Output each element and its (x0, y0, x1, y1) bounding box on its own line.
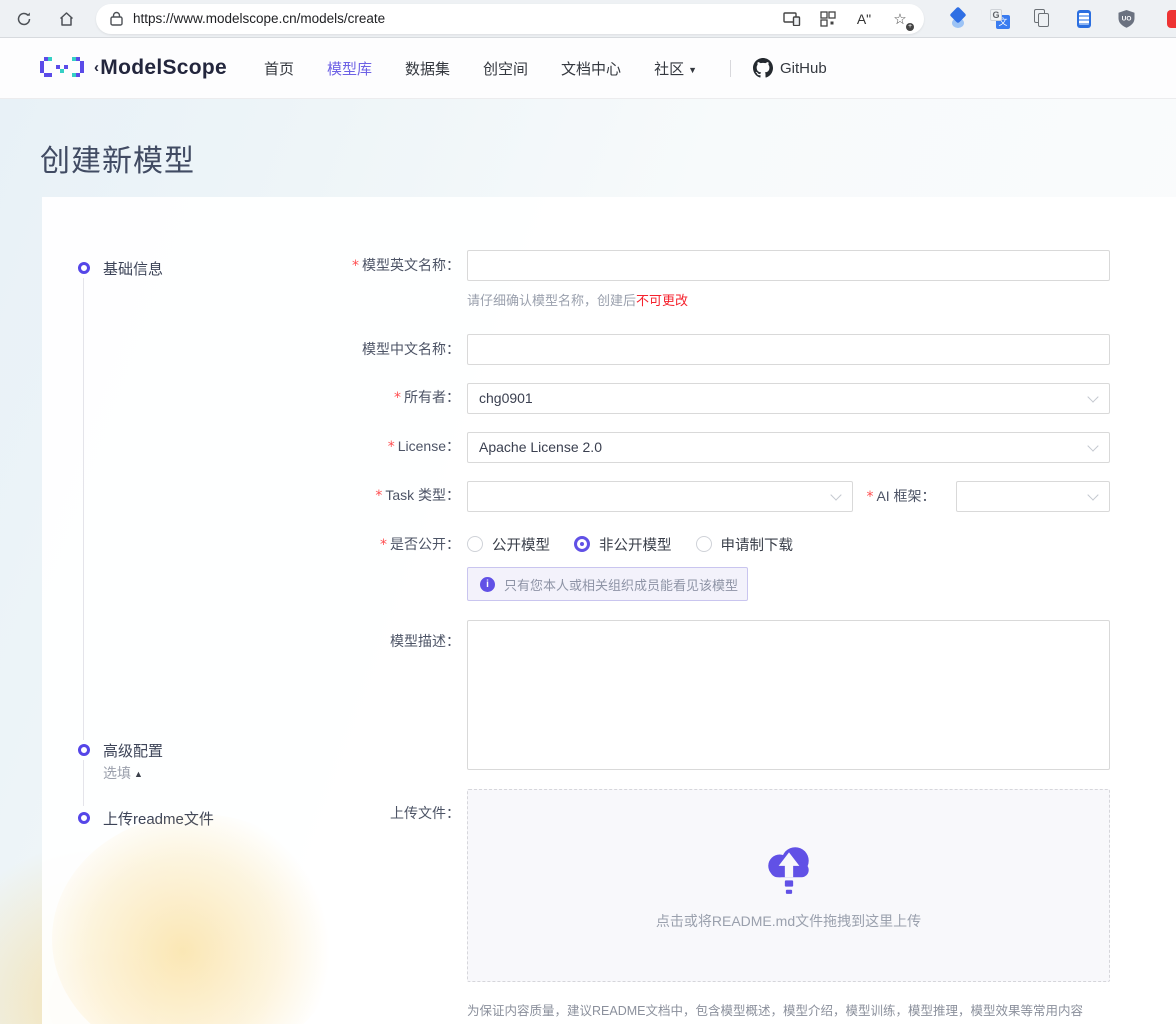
row-license: *License： Apache License 2.0 (42, 431, 1176, 463)
modelscope-logo-mark (40, 57, 84, 79)
nav-models[interactable]: 模型库 (327, 58, 372, 79)
copy-pages-icon[interactable] (1032, 9, 1052, 29)
cloud-upload-icon (763, 841, 815, 897)
license-label: *License： (42, 431, 467, 463)
task-type-label: *Task 类型： (42, 480, 467, 512)
chevron-down-icon: ▼ (688, 65, 697, 75)
row-visibility: *是否公开： 公开模型 非公开模型 申请制下载 i 只有您本人或相关组织成员能看… (42, 535, 1176, 601)
extensions-row: 文G UO (948, 9, 1136, 29)
row-description: 模型描述： (42, 620, 1176, 775)
reader-extension-icon[interactable] (1074, 9, 1094, 29)
translate-extension-icon[interactable]: 文G (990, 9, 1010, 29)
upload-label: 上传文件： (42, 789, 467, 1019)
apps-grid-icon[interactable] (818, 9, 838, 29)
row-model-en-name: *模型英文名称： 请仔细确认模型名称，创建后不可更改 (42, 250, 1176, 309)
nav-community[interactable]: 社区▼ (654, 58, 697, 79)
svg-text:UO: UO (1121, 15, 1131, 22)
nav-docs[interactable]: 文档中心 (561, 58, 621, 79)
url-text[interactable]: https://www.modelscope.cn/models/create (133, 11, 782, 26)
refresh-icon (16, 11, 32, 27)
github-link[interactable]: GitHub (753, 58, 827, 78)
owner-value: chg0901 (479, 390, 533, 406)
read-aloud-icon[interactable]: Aʺ (854, 9, 874, 29)
nav-home[interactable]: 首页 (264, 58, 294, 79)
browser-toolbar: https://www.modelscope.cn/models/create … (0, 0, 1176, 38)
radio-request-download[interactable]: 申请制下载 (696, 534, 794, 555)
radio-public-model[interactable]: 公开模型 (467, 534, 550, 555)
model-en-name-input[interactable] (467, 250, 1110, 281)
row-task-framework: *Task 类型： *AI 框架： (42, 480, 1176, 512)
hint-immutable: 不可更改 (636, 293, 688, 308)
description-label: 模型描述： (42, 620, 467, 775)
create-model-page: 创建新模型 基础信息 高级配置 选填▲ 上传readme文件 *模型英文名称： … (0, 99, 1176, 1024)
model-cn-name-label: 模型中文名称： (42, 334, 467, 365)
radio-private-model[interactable]: 非公开模型 (574, 534, 672, 555)
modelscope-wordmark: ‹ModelScope (94, 56, 227, 80)
extension-red-icon[interactable] (1167, 10, 1176, 28)
chevron-down-icon (832, 490, 841, 499)
modelscope-logo[interactable]: ‹ModelScope (40, 56, 227, 80)
nav-datasets[interactable]: 数据集 (405, 58, 450, 79)
row-upload: 上传文件： 点击或将README.md文件拖拽到这里上传 为保 (42, 789, 1176, 1019)
github-icon (753, 58, 773, 78)
visibility-info-text: 只有您本人或相关组织成员能看见该模型 (504, 575, 738, 594)
chevron-down-icon (1089, 392, 1098, 401)
owner-label: *所有者： (42, 382, 467, 414)
home-icon (58, 11, 75, 27)
model-name-hint: 请仔细确认模型名称，创建后不可更改 (467, 290, 1110, 309)
readme-dropzone[interactable]: 点击或将README.md文件拖拽到这里上传 (467, 789, 1110, 982)
chevron-down-icon (1089, 490, 1098, 499)
lock-icon (110, 11, 123, 26)
ai-framework-label: *AI 框架： (866, 486, 942, 506)
form-card: 基础信息 高级配置 选填▲ 上传readme文件 *模型英文名称： 请仔细确认模… (42, 197, 1176, 1024)
visibility-label: *是否公开： (42, 535, 467, 601)
address-bar[interactable]: https://www.modelscope.cn/models/create … (96, 4, 924, 34)
model-cn-name-input[interactable] (467, 334, 1110, 365)
radio-icon (467, 536, 483, 552)
site-header: ‹ModelScope 首页 模型库 数据集 创空间 文档中心 社区▼ GitH… (0, 38, 1176, 99)
nav-studios[interactable]: 创空间 (483, 58, 528, 79)
refresh-button[interactable] (10, 5, 38, 33)
favorite-add-icon[interactable]: ☆+ (890, 9, 910, 29)
license-select[interactable]: Apache License 2.0 (467, 432, 1110, 463)
dropzone-text: 点击或将README.md文件拖拽到这里上传 (656, 911, 921, 931)
task-type-select[interactable] (467, 481, 853, 512)
visibility-radio-group: 公开模型 非公开模型 申请制下载 (467, 535, 1110, 553)
readme-content-hint: 为保证内容质量，建议README文档中，包含模型概述，模型介绍，模型训练，模型推… (467, 1000, 1110, 1019)
info-icon: i (480, 577, 495, 592)
extension-diamond-icon[interactable] (948, 9, 968, 29)
ai-framework-select[interactable] (956, 481, 1110, 512)
visibility-info-alert: i 只有您本人或相关组织成员能看见该模型 (467, 567, 748, 601)
create-model-form: *模型英文名称： 请仔细确认模型名称，创建后不可更改 模型中文名称： *所有者：… (42, 197, 1176, 1019)
license-value: Apache License 2.0 (479, 439, 602, 455)
radio-icon (696, 536, 712, 552)
row-owner: *所有者： chg0901 (42, 382, 1176, 414)
page-title: 创建新模型 (40, 136, 195, 180)
radio-checked-icon (574, 536, 590, 552)
chevron-down-icon (1089, 441, 1098, 450)
github-label: GitHub (780, 60, 827, 77)
home-button[interactable] (52, 5, 80, 33)
row-model-cn-name: 模型中文名称： (42, 334, 1176, 365)
send-to-devices-icon[interactable] (782, 9, 802, 29)
nav-divider (730, 60, 731, 77)
model-description-textarea[interactable] (467, 620, 1110, 770)
owner-select[interactable]: chg0901 (467, 383, 1110, 414)
model-en-name-label: *模型英文名称： (42, 250, 467, 309)
main-nav: 首页 模型库 数据集 创空间 文档中心 社区▼ (264, 58, 697, 79)
ublock-shield-icon[interactable]: UO (1116, 9, 1136, 29)
